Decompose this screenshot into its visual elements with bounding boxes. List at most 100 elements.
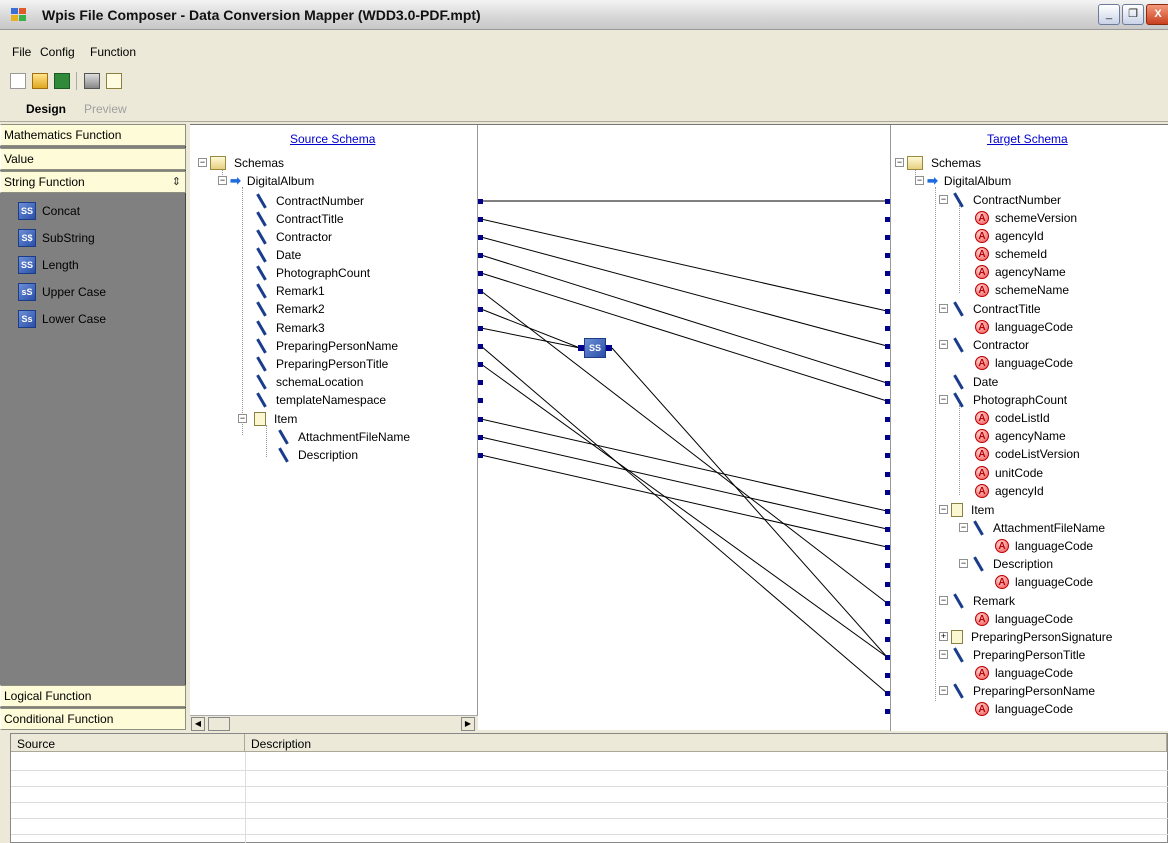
function-item-upper-case[interactable]: sS Upper Case: [18, 281, 106, 303]
link-line[interactable]: [480, 236, 888, 347]
target-attr[interactable]: AlanguageCode: [995, 573, 1093, 591]
target-node[interactable]: PhotographCount: [951, 391, 1067, 409]
collapse-toggle[interactable]: −: [238, 414, 247, 423]
source-port[interactable]: [478, 344, 483, 349]
source-port[interactable]: [478, 380, 483, 385]
source-node-item[interactable]: Item: [254, 410, 297, 428]
source-port[interactable]: [478, 398, 483, 403]
source-horizontal-scrollbar[interactable]: ◀ ▶: [190, 715, 478, 731]
tab-preview[interactable]: Preview: [84, 102, 127, 120]
minimize-button[interactable]: _: [1098, 4, 1120, 25]
collapse-toggle[interactable]: −: [218, 176, 227, 185]
column-header-description[interactable]: Description: [245, 734, 1167, 752]
scroll-right-arrow-icon[interactable]: ▶: [461, 717, 475, 731]
source-node[interactable]: PreparingPersonTitle: [254, 355, 388, 373]
concat-node-output-port[interactable]: [606, 345, 612, 351]
source-port[interactable]: [478, 199, 483, 204]
collapse-toggle[interactable]: −: [915, 176, 924, 185]
source-port[interactable]: [478, 235, 483, 240]
source-node[interactable]: Remark2: [254, 300, 325, 318]
link-line[interactable]: [611, 347, 888, 658]
collapse-toggle[interactable]: −: [939, 686, 948, 695]
function-item-substring[interactable]: S$ SubString: [18, 227, 95, 249]
source-node[interactable]: ContractTitle: [254, 210, 344, 228]
source-port[interactable]: [478, 253, 483, 258]
expand-toggle[interactable]: +: [939, 632, 948, 641]
open-folder-icon[interactable]: [32, 73, 48, 89]
source-node[interactable]: templateNamespace: [254, 391, 386, 409]
source-port[interactable]: [478, 217, 483, 222]
close-button[interactable]: X: [1146, 4, 1168, 25]
target-node-item[interactable]: Item: [951, 501, 994, 519]
target-attr[interactable]: AschemeName: [975, 281, 1069, 299]
target-node-schemas[interactable]: Schemas: [907, 154, 981, 172]
link-line[interactable]: [480, 218, 888, 312]
link-line[interactable]: [480, 290, 888, 604]
section-conditional-function[interactable]: Conditional Function: [0, 708, 186, 730]
tab-design[interactable]: Design: [26, 102, 66, 120]
save-icon[interactable]: [54, 73, 70, 89]
target-attr[interactable]: AcodeListId: [975, 409, 1050, 427]
scroll-thumb[interactable]: [208, 717, 230, 731]
link-line[interactable]: [480, 363, 888, 658]
target-node-item[interactable]: PreparingPersonSignature: [951, 628, 1112, 646]
link-line[interactable]: [480, 272, 888, 402]
source-port[interactable]: [478, 362, 483, 367]
target-node[interactable]: ContractTitle: [951, 300, 1041, 318]
source-port[interactable]: [478, 435, 483, 440]
target-node[interactable]: AttachmentFileName: [971, 519, 1105, 537]
collapse-toggle[interactable]: −: [939, 650, 948, 659]
target-attr[interactable]: AlanguageCode: [975, 700, 1073, 718]
section-value[interactable]: Value: [0, 148, 186, 170]
collapse-toggle[interactable]: −: [198, 158, 207, 167]
scroll-left-arrow-icon[interactable]: ◀: [191, 717, 205, 731]
function-item-lower-case[interactable]: Ss Lower Case: [18, 308, 106, 330]
target-node[interactable]: ContractNumber: [951, 191, 1061, 209]
section-string-function[interactable]: String Function ⇕: [0, 171, 186, 193]
collapse-toggle[interactable]: −: [959, 523, 968, 532]
target-attr[interactable]: AlanguageCode: [975, 354, 1073, 372]
source-node[interactable]: AttachmentFileName: [276, 428, 410, 446]
source-node[interactable]: Description: [276, 446, 358, 464]
target-node-digitalalbum[interactable]: ➡ DigitalAlbum: [927, 172, 1011, 190]
menu-config[interactable]: Config: [40, 45, 75, 59]
print-icon[interactable]: [84, 73, 100, 89]
source-node[interactable]: Remark3: [254, 319, 325, 337]
target-attr[interactable]: AagencyId: [975, 227, 1044, 245]
source-port[interactable]: [478, 289, 483, 294]
target-attr[interactable]: AagencyName: [975, 427, 1066, 445]
new-file-icon[interactable]: [10, 73, 26, 89]
target-schema-title[interactable]: Target Schema: [987, 132, 1068, 146]
source-node[interactable]: Remark1: [254, 282, 325, 300]
source-node-digitalalbum[interactable]: ➡ DigitalAlbum: [230, 172, 314, 190]
target-attr[interactable]: AlanguageCode: [995, 537, 1093, 555]
link-line[interactable]: [480, 308, 581, 349]
source-port[interactable]: [478, 453, 483, 458]
target-attr[interactable]: AschemeVersion: [975, 209, 1077, 227]
target-node[interactable]: Date: [951, 373, 998, 391]
source-port[interactable]: [478, 417, 483, 422]
target-node[interactable]: PreparingPersonName: [951, 682, 1095, 700]
target-node[interactable]: Contractor: [951, 336, 1029, 354]
print-preview-icon[interactable]: [106, 73, 122, 89]
link-line[interactable]: [480, 327, 581, 349]
source-node[interactable]: PreparingPersonName: [254, 337, 398, 355]
link-line[interactable]: [480, 418, 888, 512]
source-port[interactable]: [478, 326, 483, 331]
target-node[interactable]: PreparingPersonTitle: [951, 646, 1085, 664]
target-attr[interactable]: AlanguageCode: [975, 610, 1073, 628]
collapse-toggle[interactable]: −: [939, 505, 948, 514]
collapse-toggle[interactable]: −: [939, 340, 948, 349]
collapse-toggle[interactable]: −: [939, 304, 948, 313]
section-logical-function[interactable]: Logical Function: [0, 685, 186, 707]
collapse-toggle[interactable]: −: [939, 195, 948, 204]
source-port[interactable]: [478, 271, 483, 276]
target-attr[interactable]: AagencyId: [975, 482, 1044, 500]
collapse-toggle[interactable]: −: [895, 158, 904, 167]
source-node[interactable]: schemaLocation: [254, 373, 363, 391]
collapse-toggle[interactable]: −: [959, 559, 968, 568]
link-line[interactable]: [480, 436, 888, 530]
collapse-toggle[interactable]: −: [939, 395, 948, 404]
target-attr[interactable]: AschemeId: [975, 245, 1047, 263]
source-node[interactable]: PhotographCount: [254, 264, 370, 282]
